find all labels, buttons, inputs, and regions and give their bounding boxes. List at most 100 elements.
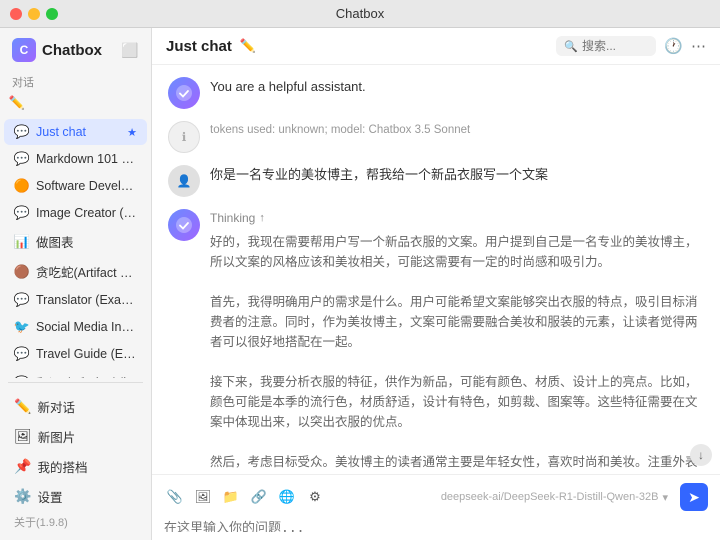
window-title: Chatbox — [336, 6, 384, 21]
sidebar-item-label: Software Develop... — [36, 179, 137, 193]
model-label: deepseek-ai/DeepSeek-R1-Distill-Qwen-32B — [441, 491, 659, 503]
sidebar-divider — [8, 382, 143, 383]
drafts-icon: 📌 — [14, 458, 31, 475]
image-icon: 🖼 — [14, 428, 32, 445]
message-row: Thinking ↑ 好的，我现在需要帮用户写一个新品衣服的文案。用户提到自己是… — [168, 209, 704, 474]
sidebar-item-markdown[interactable]: 💬 Markdown 101 (E... — [4, 146, 147, 172]
social-icon: 🐦 — [14, 319, 30, 335]
scroll-down-button[interactable]: ↓ — [690, 444, 712, 466]
sidebar-header-icons: ⬜ — [121, 41, 139, 59]
sidebar-item-label: Markdown 101 (E... — [36, 152, 137, 166]
drafts-button[interactable]: 📌 我的搭档 — [4, 452, 147, 481]
settings-label: 设置 — [37, 487, 62, 506]
code-button[interactable]: ⚙ — [304, 486, 326, 508]
folder-button[interactable]: 📁 — [220, 486, 242, 508]
sidebar-item-label: Image Creator (E... — [36, 206, 137, 220]
chat-header-right: 🔍 🕐 ⋯ — [556, 36, 706, 56]
settings-button[interactable]: ⚙️ 设置 — [4, 482, 147, 511]
model-indicator: deepseek-ai/DeepSeek-R1-Distill-Qwen-32B… — [441, 491, 668, 504]
conversations-label: 对话 — [0, 68, 151, 92]
message-text: tokens used: unknown; model: Chatbox 3.5… — [210, 121, 704, 139]
send-button[interactable]: ➤ — [680, 483, 708, 511]
chat-icon: 💬 — [14, 375, 30, 379]
input-toolbar: 📎 🖼 📁 🔗 🌐 ⚙ deepseek-ai/DeepSeek-R1-Dist… — [164, 483, 708, 511]
input-area: 📎 🖼 📁 🔗 🌐 ⚙ deepseek-ai/DeepSeek-R1-Dist… — [152, 474, 720, 540]
thinking-message: Thinking ↑ 好的，我现在需要帮用户写一个新品衣服的文案。用户提到自己是… — [210, 209, 704, 474]
edit-title-button[interactable]: ✏️ — [240, 38, 256, 54]
maximize-button[interactable] — [46, 8, 58, 20]
sidebar-header: C Chatbox ⬜ — [0, 28, 151, 68]
attach-button[interactable]: 📎 — [164, 486, 186, 508]
model-dropdown-icon[interactable]: ▾ — [662, 491, 668, 504]
conversation-list: 💬 Just chat ★ 💬 Markdown 101 (E... 🟠 Sof… — [0, 116, 151, 378]
new-image-label: 新图片 — [38, 427, 76, 446]
avatar — [168, 209, 200, 241]
search-icon: 🔍 — [564, 40, 578, 53]
sidebar-item-label: 翻译助手（示例） — [36, 373, 137, 378]
gear-icon: ⚙️ — [14, 488, 31, 505]
titlebar: Chatbox — [0, 0, 720, 28]
app-logo: C — [12, 38, 36, 62]
image-button[interactable]: 🖼 — [192, 486, 214, 508]
main-layout: C Chatbox ⬜ 对话 ✏️ 💬 Just chat ★ 💬 Markdo… — [0, 28, 720, 540]
thinking-header: Thinking ↑ — [210, 209, 704, 228]
more-options-icon[interactable]: ⋯ — [691, 37, 706, 55]
globe-button[interactable]: 🌐 — [276, 486, 298, 508]
star-icon: ★ — [127, 126, 137, 139]
sidebar: C Chatbox ⬜ 对话 ✏️ 💬 Just chat ★ 💬 Markdo… — [0, 28, 152, 540]
message-row: 👤 你是一名专业的美妆博主，帮我给一个新品衣服写一个文案 — [168, 165, 704, 197]
sidebar-item-label: 贪吃蛇(Artifact Example) — [36, 262, 137, 281]
history-icon[interactable]: 🕐 — [664, 37, 683, 55]
message-text: 你是一名专业的美妆博主，帮我给一个新品衣服写一个文案 — [210, 165, 704, 186]
drafts-label: 我的搭档 — [37, 457, 87, 476]
input-row — [164, 517, 708, 532]
sidebar-item-label: Just chat — [36, 125, 121, 139]
chat-icon: 💬 — [14, 205, 30, 221]
avatar: ℹ — [168, 121, 200, 153]
search-bar[interactable]: 🔍 — [556, 36, 656, 56]
close-button[interactable] — [10, 8, 22, 20]
chat-icon: 💬 — [14, 292, 30, 308]
about-version[interactable]: 关于(1.9.8) — [0, 512, 151, 534]
thinking-content: 好的，我现在需要帮用户写一个新品衣服的文案。用户提到自己是一名专业的美妆博主，所… — [210, 232, 704, 474]
chat-area: Just chat ✏️ 🔍 🕐 ⋯ — [152, 28, 720, 540]
sidebar-item-translator[interactable]: 💬 Translator (Example) — [4, 287, 147, 313]
new-chat-button[interactable]: ✏️ 新对话 — [4, 392, 147, 421]
thinking-toggle[interactable]: ↑ — [259, 210, 265, 228]
chat-input[interactable] — [164, 517, 708, 532]
app-name: Chatbox — [42, 42, 102, 59]
sidebar-item-label: 做图表 — [36, 232, 137, 251]
sidebar-item-software[interactable]: 🟠 Software Develop... — [4, 173, 147, 199]
avatar: 👤 — [168, 165, 200, 197]
chart-icon: 📊 — [14, 234, 30, 250]
new-image-button[interactable]: 🖼 新图片 — [4, 422, 147, 451]
chat-header: Just chat ✏️ 🔍 🕐 ⋯ — [152, 28, 720, 65]
message-text: You are a helpful assistant. — [210, 77, 704, 98]
sidebar-item-label: Translator (Example) — [36, 293, 137, 307]
sidebar-item-label: Social Media Influence... — [36, 320, 137, 334]
sidebar-item-image-creator[interactable]: 💬 Image Creator (E... — [4, 200, 147, 226]
new-chat-label: 新对话 — [37, 397, 75, 416]
sidebar-item-label: Travel Guide (Example) — [36, 347, 137, 361]
search-input[interactable] — [582, 39, 642, 53]
chat-icon: 💬 — [14, 151, 30, 167]
sidebar-item-travel[interactable]: 💬 Travel Guide (Example) — [4, 341, 147, 367]
avatar — [168, 77, 200, 109]
chat-icon: 💬 — [14, 124, 30, 140]
sidebar-item-snake[interactable]: 🟤 贪吃蛇(Artifact Example) — [4, 257, 147, 286]
sidebar-item-social[interactable]: 🐦 Social Media Influence... — [4, 314, 147, 340]
thinking-label: Thinking — [210, 209, 255, 228]
traffic-lights — [10, 8, 58, 20]
messages-list: You are a helpful assistant. ℹ tokens us… — [152, 65, 720, 474]
sidebar-item-just-chat[interactable]: 💬 Just chat ★ — [4, 119, 147, 145]
minimize-button[interactable] — [28, 8, 40, 20]
game-icon: 🟤 — [14, 264, 30, 280]
new-chat-icon[interactable]: ✏️ — [8, 94, 26, 112]
chat-icon: 🟠 — [14, 178, 30, 194]
sidebar-item-translate-helper[interactable]: 💬 翻译助手（示例） — [4, 368, 147, 378]
link-button[interactable]: 🔗 — [248, 486, 270, 508]
message-row: You are a helpful assistant. — [168, 77, 704, 109]
chat-title: Just chat — [166, 38, 232, 55]
sidebar-item-chart[interactable]: 📊 做图表 — [4, 227, 147, 256]
sidebar-collapse-button[interactable]: ⬜ — [121, 41, 139, 59]
